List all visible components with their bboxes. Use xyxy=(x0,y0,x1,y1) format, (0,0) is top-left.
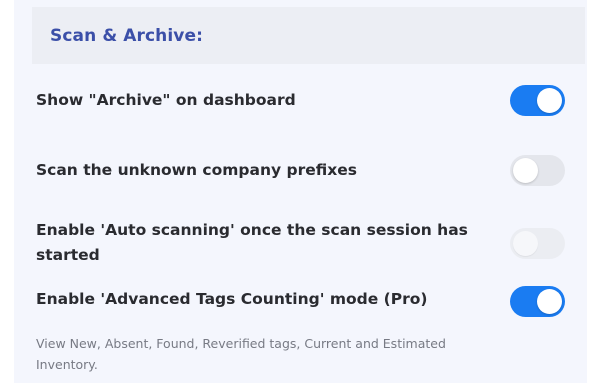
scan-unknown-prefixes-toggle[interactable] xyxy=(510,155,565,186)
toggle-knob xyxy=(537,289,562,314)
toggle-knob xyxy=(513,158,538,183)
setting-label-scan-unknown-prefixes: Scan the unknown company prefixes xyxy=(36,161,357,179)
advanced-tags-counting-hint: View New, Absent, Found, Reverified tags… xyxy=(36,336,446,372)
setting-label-auto-scanning: Enable 'Auto scanning' once the scan ses… xyxy=(36,221,468,264)
settings-panel: Scan & Archive: Show "Archive" on dashbo… xyxy=(14,0,587,383)
section-title: Scan & Archive: xyxy=(50,26,204,46)
setting-label-show-archive: Show "Archive" on dashboard xyxy=(36,91,296,109)
show-archive-toggle[interactable] xyxy=(510,85,565,116)
advanced-tags-counting-toggle[interactable] xyxy=(510,286,565,317)
toggle-knob xyxy=(537,88,562,113)
toggle-knob xyxy=(513,231,538,256)
setting-label-advanced-tags-counting: Enable 'Advanced Tags Counting' mode (Pr… xyxy=(36,290,428,308)
section-header: Scan & Archive: xyxy=(32,7,585,64)
auto-scanning-toggle[interactable] xyxy=(510,228,565,259)
